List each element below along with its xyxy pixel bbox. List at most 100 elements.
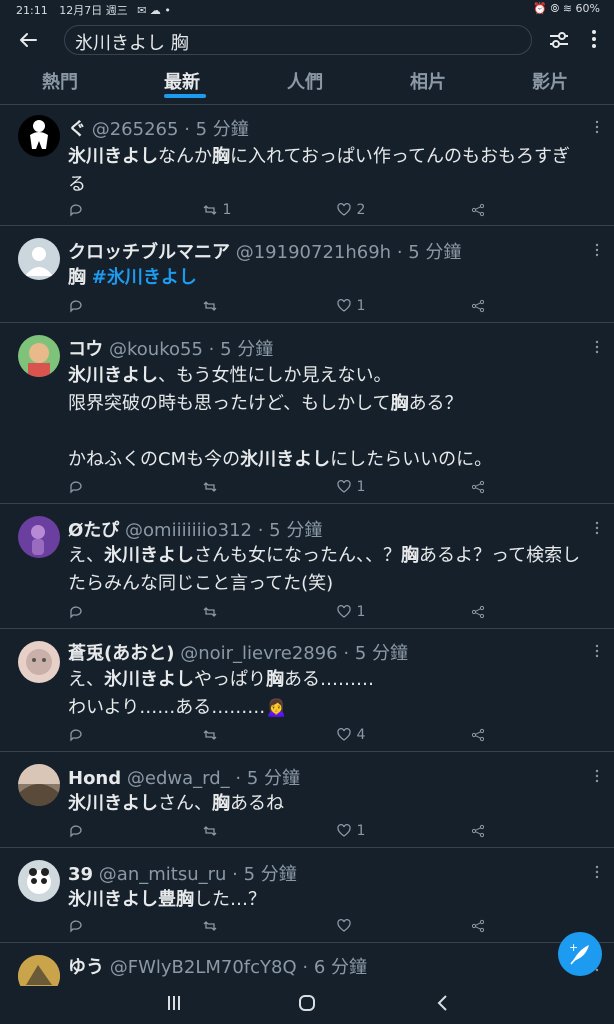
tweet[interactable]: Hond @edwa_rd_ · 5 分鐘 氷川きよしさん、胸あるね 1 [0, 752, 614, 848]
tweet-more-icon[interactable] [594, 768, 600, 784]
search-input[interactable]: 氷川きよし 胸 [64, 25, 532, 55]
tab-latest[interactable]: 最新 [164, 68, 200, 94]
share-button[interactable] [470, 202, 486, 218]
tab-top[interactable]: 熱門 [42, 68, 78, 94]
handle[interactable]: @edwa_rd_ [127, 768, 230, 789]
display-name[interactable]: Øたぴ [68, 520, 119, 541]
retweet-button[interactable] [202, 823, 218, 839]
handle[interactable]: @19190721h69h [236, 242, 391, 263]
filter-icon[interactable] [548, 29, 570, 51]
reply-button[interactable] [68, 727, 84, 743]
share-button[interactable] [470, 727, 486, 743]
avatar[interactable] [18, 955, 60, 987]
timestamp[interactable]: · 5 分鐘 [232, 864, 297, 885]
like-button[interactable]: 1 [336, 298, 365, 314]
tweet[interactable]: Øたぴ @omiiiiiiio312 · 5 分鐘 え、氷川きよしさんも女になっ… [0, 504, 614, 629]
tweet-more-icon[interactable] [594, 242, 600, 258]
retweet-button[interactable] [202, 727, 218, 743]
tab-videos[interactable]: 影片 [532, 68, 568, 94]
avatar[interactable] [18, 860, 60, 902]
share-button[interactable] [470, 298, 486, 314]
tweet-more-icon[interactable] [594, 643, 600, 659]
share-button[interactable] [470, 823, 486, 839]
timestamp[interactable]: · 5 分鐘 [397, 242, 462, 263]
timestamp[interactable]: · 5 分鐘 [258, 520, 323, 541]
tweet-more-icon[interactable] [594, 339, 600, 355]
avatar[interactable] [18, 238, 60, 280]
handle[interactable]: @omiiiiiiio312 [125, 520, 252, 541]
retweet-button[interactable] [202, 479, 218, 495]
reply-button[interactable] [68, 823, 84, 839]
share-button[interactable] [470, 479, 486, 495]
tab-photos[interactable]: 相片 [410, 68, 446, 94]
retweet-button[interactable]: 1 [202, 202, 231, 218]
timestamp[interactable]: · 5 分鐘 [235, 768, 300, 789]
avatar[interactable] [18, 641, 60, 683]
tweet-more-icon[interactable] [594, 119, 600, 135]
like-button[interactable]: 2 [336, 202, 365, 218]
like-button[interactable]: 1 [336, 604, 365, 620]
battery-level: 60% [575, 2, 600, 15]
display-name[interactable]: クロッチブルマニア [68, 242, 230, 263]
retweet-icon [203, 482, 217, 492]
recent-apps-icon[interactable] [166, 994, 182, 1012]
reply-button[interactable] [68, 604, 84, 620]
timestamp[interactable]: · 6 分鐘 [302, 957, 367, 978]
reply-button[interactable] [68, 298, 84, 314]
tab-people[interactable]: 人們 [287, 68, 323, 94]
share-button[interactable] [470, 918, 486, 934]
like-button[interactable]: 1 [336, 823, 365, 839]
top-bar: 氷川きよし 胸 [0, 20, 614, 60]
tweet[interactable]: ゆう @FWlyB2LM70fcY8Q · 6 分鐘 [0, 943, 614, 987]
reply-button[interactable] [68, 479, 84, 495]
display-name[interactable]: Hond [68, 768, 121, 789]
handle[interactable]: @noir_lievre2896 [180, 643, 337, 664]
avatar[interactable] [18, 115, 60, 157]
like-button[interactable] [336, 918, 352, 934]
status-date: 12月7日 週三 [59, 4, 128, 17]
tweet[interactable]: 39 @an_mitsu_ru · 5 分鐘 氷川きよし豊胸した…？ [0, 848, 614, 943]
tweet-header: 39 @an_mitsu_ru · 5 分鐘 [68, 860, 297, 886]
back-arrow-icon[interactable] [16, 28, 40, 52]
home-icon[interactable] [298, 994, 316, 1012]
display-name[interactable]: 蒼兎(あおと) [68, 643, 174, 664]
display-name[interactable]: ぐ [68, 119, 86, 140]
share-icon [471, 824, 485, 838]
like-button[interactable]: 4 [336, 727, 365, 743]
avatar[interactable] [18, 516, 60, 558]
heart-icon [337, 480, 351, 493]
share-button[interactable] [470, 604, 486, 620]
hashtag-link[interactable]: #氷川きよし [92, 267, 197, 288]
handle[interactable]: @an_mitsu_ru [99, 864, 227, 885]
back-nav-icon[interactable] [436, 994, 450, 1012]
like-button[interactable]: 1 [336, 479, 365, 495]
tweet-more-icon[interactable] [594, 520, 600, 536]
retweet-button[interactable] [202, 918, 218, 934]
timestamp[interactable]: · 5 分鐘 [184, 119, 249, 140]
timestamp[interactable]: · 5 分鐘 [343, 643, 408, 664]
reply-button[interactable] [68, 202, 84, 218]
tweet[interactable]: コウ @kouko55 · 5 分鐘 氷川きよし、もう女性にしか見えない。 限界… [0, 323, 614, 504]
overflow-menu-icon[interactable] [589, 27, 599, 51]
avatar-photo-icon [18, 764, 60, 806]
handle[interactable]: @265265 [92, 119, 179, 140]
avatar[interactable] [18, 335, 60, 377]
avatar[interactable] [18, 764, 60, 806]
tweet-more-icon[interactable] [594, 864, 600, 880]
reply-button[interactable] [68, 918, 84, 934]
compose-tweet-button[interactable]: + [558, 932, 602, 976]
like-count: 1 [356, 479, 366, 495]
display-name[interactable]: ゆう [68, 957, 104, 978]
tweet-actions [68, 918, 488, 938]
display-name[interactable]: コウ [68, 339, 103, 360]
tweet[interactable]: 蒼兎(あおと) @noir_lievre2896 · 5 分鐘 え、氷川きよしや… [0, 629, 614, 752]
retweet-button[interactable] [202, 298, 218, 314]
retweet-button[interactable] [202, 604, 218, 620]
avatar-photo-icon [31, 525, 45, 555]
handle[interactable]: @FWlyB2LM70fcY8Q [110, 957, 297, 978]
tweet[interactable]: クロッチブルマニア @19190721h69h · 5 分鐘 胸 #氷川きよし … [0, 226, 614, 323]
tweet[interactable]: ぐ @265265 · 5 分鐘 氷川きよしなんか胸に入れておっぱい作ってんのも… [0, 105, 614, 226]
display-name[interactable]: 39 [68, 864, 93, 885]
timestamp[interactable]: · 5 分鐘 [209, 339, 274, 360]
handle[interactable]: @kouko55 [109, 339, 203, 360]
